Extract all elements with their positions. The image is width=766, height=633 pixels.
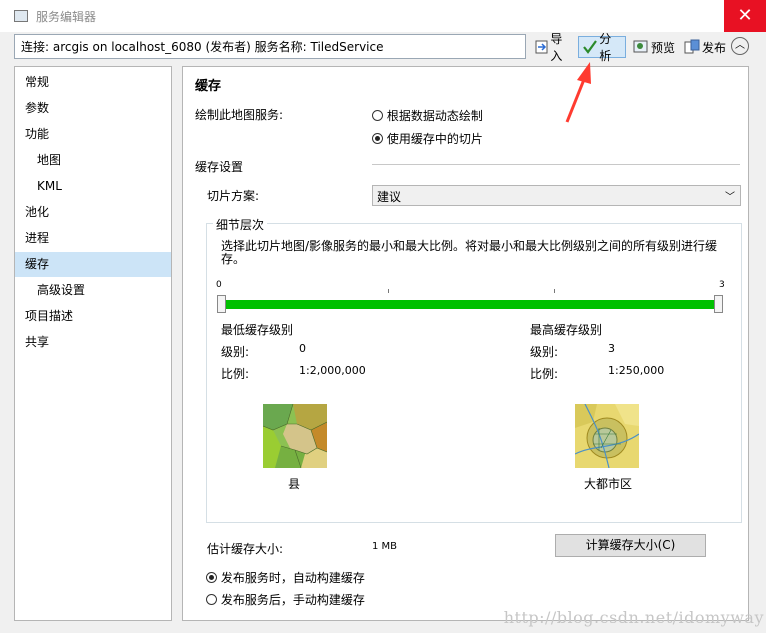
min-cache-level-title: 最低缓存级别: [221, 323, 294, 337]
county-map-thumbnail: [263, 404, 327, 468]
radio-dynamic-circle[interactable]: [372, 110, 383, 121]
title-bar: 服务编辑器 ✕: [0, 0, 766, 32]
slider-min-label: 0: [216, 280, 222, 290]
close-icon: ✕: [737, 5, 753, 26]
preview-label: 预览: [651, 40, 676, 55]
metro-map-thumbnail: [575, 404, 639, 468]
service-editor-window: 服务编辑器 ✕ 连接: arcgis on localhost_6080 (发布…: [0, 0, 766, 633]
chevron-down-icon: ﹀: [725, 192, 735, 203]
estimated-cache-size-value: 1 MB: [372, 541, 398, 552]
min-level-value: 0: [299, 342, 306, 355]
sidebar-item-map[interactable]: 地图: [15, 148, 171, 173]
radio-use-cache[interactable]: 使用缓存中的切片: [372, 130, 483, 147]
radio-use-cache-circle[interactable]: [372, 133, 383, 144]
slider-tick: [554, 289, 555, 293]
watermark: http://blog.csdn.net/idomyway: [503, 608, 764, 627]
checkmark-icon: [583, 40, 597, 54]
sidebar-item-pooling[interactable]: 池化: [15, 200, 171, 225]
collapse-button[interactable]: ︿: [731, 37, 749, 55]
lod-slider-fill: [217, 300, 722, 309]
caching-panel: 缓存 绘制此地图服务: 根据数据动态绘制 使用缓存中的切片 缓存设置 切片方案:…: [182, 66, 749, 621]
lod-group-title: 细节层次: [213, 216, 268, 233]
sidebar-item-advanced-settings[interactable]: 高级设置: [15, 278, 171, 303]
publish-label: 发布: [702, 40, 727, 55]
slider-tick: [388, 289, 389, 293]
preview-icon: [633, 40, 648, 53]
section-divider: [372, 164, 740, 165]
max-cache-level-title: 最高缓存级别: [530, 323, 603, 337]
min-level-label: 级别:: [221, 345, 250, 359]
max-level-label: 级别:: [530, 345, 559, 359]
estimated-cache-size-label: 估计缓存大小:: [207, 542, 284, 556]
max-scale-label: 比例:: [530, 367, 559, 381]
slider-min-handle[interactable]: [217, 295, 226, 313]
radio-manual-build[interactable]: 发布服务后，手动构建缓存: [206, 591, 365, 608]
sidebar-item-sharing[interactable]: 共享: [15, 330, 171, 355]
min-scale-value: 1:2,000,000: [299, 364, 366, 377]
min-scale-label: 比例:: [221, 367, 250, 381]
window-title: 服务编辑器: [36, 10, 97, 24]
publish-button[interactable]: 发布: [681, 36, 729, 58]
radio-dynamic-label: 根据数据动态绘制: [386, 109, 483, 123]
radio-auto-build-label: 发布服务时，自动构建缓存: [220, 571, 365, 585]
connection-info: 连接: arcgis on localhost_6080 (发布者) 服务名称:…: [14, 34, 526, 59]
close-button[interactable]: ✕: [724, 0, 766, 32]
sidebar-item-capabilities[interactable]: 功能: [15, 122, 171, 147]
min-thumbnail-caption: 县: [288, 477, 301, 491]
slider-max-label: 3: [719, 280, 725, 290]
sidebar-item-processes[interactable]: 进程: [15, 226, 171, 251]
tiling-scheme-select[interactable]: 建议 ﹀: [372, 185, 741, 206]
sidebar-item-caching[interactable]: 缓存: [15, 252, 171, 277]
radio-use-cache-label: 使用缓存中的切片: [386, 132, 483, 146]
radio-manual-build-label: 发布服务后，手动构建缓存: [220, 593, 365, 607]
import-label: 导入: [550, 32, 563, 63]
radio-auto-build[interactable]: 发布服务时，自动构建缓存: [206, 569, 365, 586]
analyze-label: 分析: [599, 32, 612, 63]
panel-title: 缓存: [195, 79, 222, 94]
sidebar-item-kml[interactable]: KML: [15, 174, 171, 199]
lod-slider-track[interactable]: [217, 300, 722, 309]
cache-settings-heading: 缓存设置: [195, 160, 244, 174]
radio-auto-build-circle[interactable]: [206, 572, 217, 583]
lod-description: 选择此切片地图/影像服务的最小和最大比例。将对最小和最大比例级别之间的所有级别进…: [221, 239, 718, 266]
radio-manual-build-circle[interactable]: [206, 594, 217, 605]
sidebar-item-general[interactable]: 常规: [15, 70, 171, 95]
calculate-cache-size-button[interactable]: 计算缓存大小(C): [555, 534, 706, 557]
tiling-scheme-label: 切片方案:: [207, 189, 260, 203]
app-icon: [14, 10, 28, 22]
radio-dynamic[interactable]: 根据数据动态绘制: [372, 107, 483, 124]
sidebar-item-parameters[interactable]: 参数: [15, 96, 171, 121]
preview-button[interactable]: 预览: [630, 36, 678, 58]
publish-icon: [684, 39, 700, 54]
draw-service-label: 绘制此地图服务:: [195, 108, 284, 122]
sidebar-item-item-description[interactable]: 项目描述: [15, 304, 171, 329]
sidebar: 常规 参数 功能 地图 KML 池化 进程 缓存 高级设置 项目描述 共享: [14, 66, 172, 621]
tiling-scheme-value: 建议: [377, 190, 402, 204]
import-icon: [535, 40, 548, 54]
max-scale-value: 1:250,000: [608, 364, 665, 377]
max-thumbnail-caption: 大都市区: [584, 477, 633, 491]
slider-max-handle[interactable]: [714, 295, 723, 313]
chevron-up-icon: ︿: [735, 40, 745, 51]
import-button[interactable]: 导入: [531, 32, 575, 63]
analyze-button[interactable]: 分析: [578, 32, 626, 63]
max-level-value: 3: [608, 342, 615, 355]
